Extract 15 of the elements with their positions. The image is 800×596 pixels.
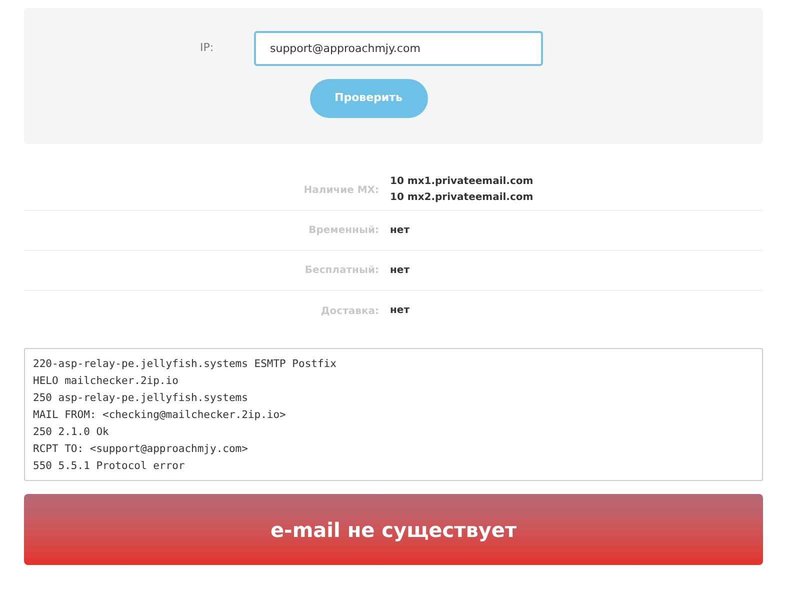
- detail-value: 10 mx2.privateemail.com: [390, 191, 534, 205]
- log-line: 250 2.1.0 Ok: [33, 425, 110, 440]
- email-input-field[interactable]: support@approachmjy.com: [254, 31, 543, 66]
- log-line: RCPT TO: <support@approachmjy.com>: [33, 442, 249, 457]
- field-label: IP:: [200, 40, 215, 56]
- log-line: 250 asp-relay-pe.jellyfish.systems: [33, 391, 249, 406]
- detail-value: 10 mx1.privateemail.com: [390, 175, 534, 189]
- log-line: MAIL FROM: <checking@mailchecker.2ip.io>: [33, 408, 287, 423]
- log-line: 220-asp-relay-pe.jellyfish.systems ESMTP Postfix: [33, 357, 338, 372]
- detail-value: нет: [390, 304, 410, 318]
- log-line: HELO mailchecker.2ip.io: [33, 374, 180, 389]
- log-line: 550 5.5.1 Protocol error: [33, 459, 186, 474]
- detail-value: нет: [390, 264, 410, 278]
- detail-value: нет: [390, 224, 410, 238]
- result-text: e-mail не существует: [270, 516, 517, 544]
